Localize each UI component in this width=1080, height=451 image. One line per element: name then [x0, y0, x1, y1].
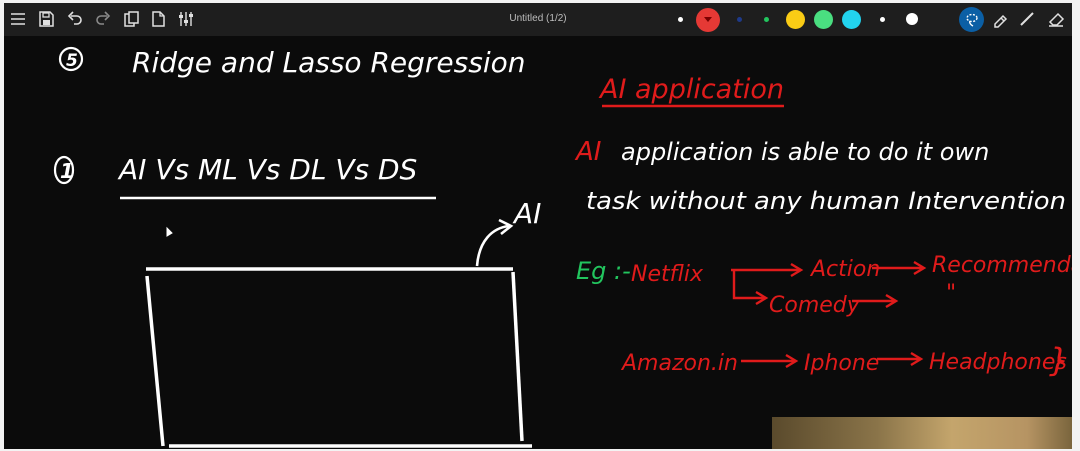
webcam-overlay [772, 417, 1072, 449]
iphone-label: Iphone [804, 351, 879, 376]
ditto-mark: " [946, 281, 956, 306]
drawing-canvas[interactable]: 5 Ridge and Lasso Regression 1 AI Vs ML … [4, 36, 1072, 449]
color-swatch-white-small[interactable] [678, 17, 683, 22]
pen-icon[interactable] [1017, 9, 1037, 29]
netflix-label: Netflix [631, 262, 704, 287]
item-title: AI Vs ML Vs DL Vs DS [117, 153, 417, 186]
headphones-label: Headphones [929, 350, 1067, 375]
color-swatch-cyan[interactable] [842, 10, 861, 29]
color-swatch-white-thin[interactable] [880, 17, 885, 22]
color-swatch-navy[interactable] [737, 17, 742, 22]
app-title: AI application [598, 74, 784, 105]
undo-icon[interactable] [65, 9, 85, 29]
page-icon[interactable] [148, 9, 168, 29]
heading-number: 5 [66, 51, 78, 71]
save-icon[interactable] [36, 9, 56, 29]
eraser-icon[interactable] [1046, 9, 1066, 29]
closing-brace: } [1049, 341, 1069, 379]
action-label: Action [809, 257, 880, 282]
paste-icon[interactable] [121, 9, 141, 29]
color-swatch-yellow[interactable] [786, 10, 805, 29]
color-swatch-green[interactable] [814, 10, 833, 29]
item-number: 1 [60, 159, 74, 183]
color-swatch-red-selected[interactable] [696, 8, 720, 32]
color-swatch-green-small[interactable] [764, 17, 769, 22]
recommendation-label: Recommendation [932, 253, 1072, 278]
ai-label: AI [512, 197, 541, 230]
menu-icon[interactable] [8, 9, 28, 29]
definition-line1: application is able to do it own [621, 138, 989, 166]
comedy-label: Comedy [769, 293, 861, 318]
mouse-cursor-icon [166, 226, 173, 237]
ai-box-left [145, 275, 165, 447]
redo-icon[interactable] [93, 9, 113, 29]
settings-sliders-icon[interactable] [176, 9, 196, 29]
whiteboard-app: Untitled (1/2) 5 Ridge and Lasso Regress… [4, 3, 1072, 449]
amazon-label: Amazon.in [620, 351, 738, 376]
ai-box-right [511, 271, 524, 442]
definition-line2: task without any human Intervention [586, 187, 1066, 215]
color-swatch-white[interactable] [906, 13, 918, 25]
chevron-down-icon [704, 17, 712, 22]
eg-label: Eg :- [576, 257, 631, 285]
highlighter-icon[interactable] [990, 9, 1010, 29]
lasso-select-icon[interactable] [959, 7, 984, 32]
toolbar: Untitled (1/2) [4, 3, 1072, 36]
definition-ai: AI [574, 137, 601, 167]
heading-title: Ridge and Lasso Regression [132, 46, 525, 79]
